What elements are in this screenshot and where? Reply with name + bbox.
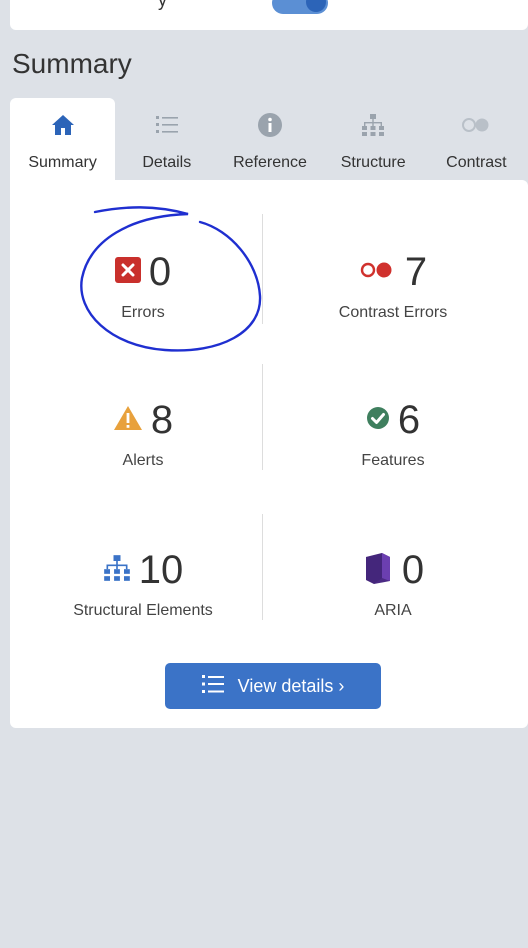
tab-details[interactable]: Details [115, 98, 218, 180]
errors-stat[interactable]: 0 Errors [18, 248, 268, 322]
summary-panel: 0 Errors 7 Contrast Errors 8 Alerts 6 Fe… [10, 180, 528, 728]
view-details-label: View details › [237, 675, 345, 696]
hierarchy-icon [361, 110, 385, 140]
structural-elements-count: 10 [138, 548, 184, 592]
toggle-knob[interactable] [306, 0, 326, 12]
contrast-errors-label: Contrast Errors [338, 304, 448, 321]
contrast-error-icon [359, 260, 397, 285]
list-icon [201, 674, 224, 699]
tab-details-label: Details [142, 154, 192, 171]
tab-structure-label: Structure [340, 154, 406, 171]
toggle-switch[interactable] [272, 0, 328, 14]
tab-summary[interactable]: Summary [10, 98, 116, 180]
hierarchy-icon [103, 554, 131, 587]
aria-cube-icon [362, 551, 394, 590]
structural-elements-label: Structural Elements [73, 602, 213, 619]
features-label: Features [361, 452, 425, 469]
view-details-button[interactable]: View details › [165, 663, 381, 709]
tab-summary-label: Summary [28, 154, 97, 171]
structural-elements-stat[interactable]: 10 Structural Elements [18, 546, 268, 620]
tab-bar: Summary Details Reference Structure Cont… [10, 98, 528, 180]
tab-reference-label: Reference [233, 154, 307, 171]
errors-label: Errors [121, 304, 165, 321]
tab-contrast-label: Contrast [446, 154, 507, 171]
aria-label: ARIA [374, 602, 412, 619]
alert-icon [113, 404, 143, 437]
alerts-count: 8 [150, 398, 174, 442]
features-stat[interactable]: 6 Features [268, 396, 518, 470]
home-icon [50, 110, 76, 140]
tab-contrast[interactable]: Contrast [425, 98, 528, 180]
section-title: Summary [12, 48, 132, 79]
cut-label: y [158, 0, 167, 10]
contrast-errors-stat[interactable]: 7 Contrast Errors [268, 248, 518, 322]
tab-structure[interactable]: Structure [322, 98, 425, 180]
contrast-icon [461, 110, 491, 140]
aria-count: 0 [401, 548, 425, 592]
tab-reference[interactable]: Reference [218, 98, 321, 180]
features-count: 6 [397, 398, 421, 442]
aria-stat[interactable]: 0 ARIA [268, 546, 518, 620]
errors-count: 0 [148, 250, 172, 294]
list-icon [155, 110, 178, 140]
top-panel: y [10, 0, 528, 30]
alerts-stat[interactable]: 8 Alerts [18, 396, 268, 470]
check-icon [366, 406, 390, 435]
contrast-errors-count: 7 [404, 250, 428, 294]
info-icon [257, 110, 283, 140]
error-icon [114, 256, 141, 288]
alerts-label: Alerts [122, 452, 164, 469]
